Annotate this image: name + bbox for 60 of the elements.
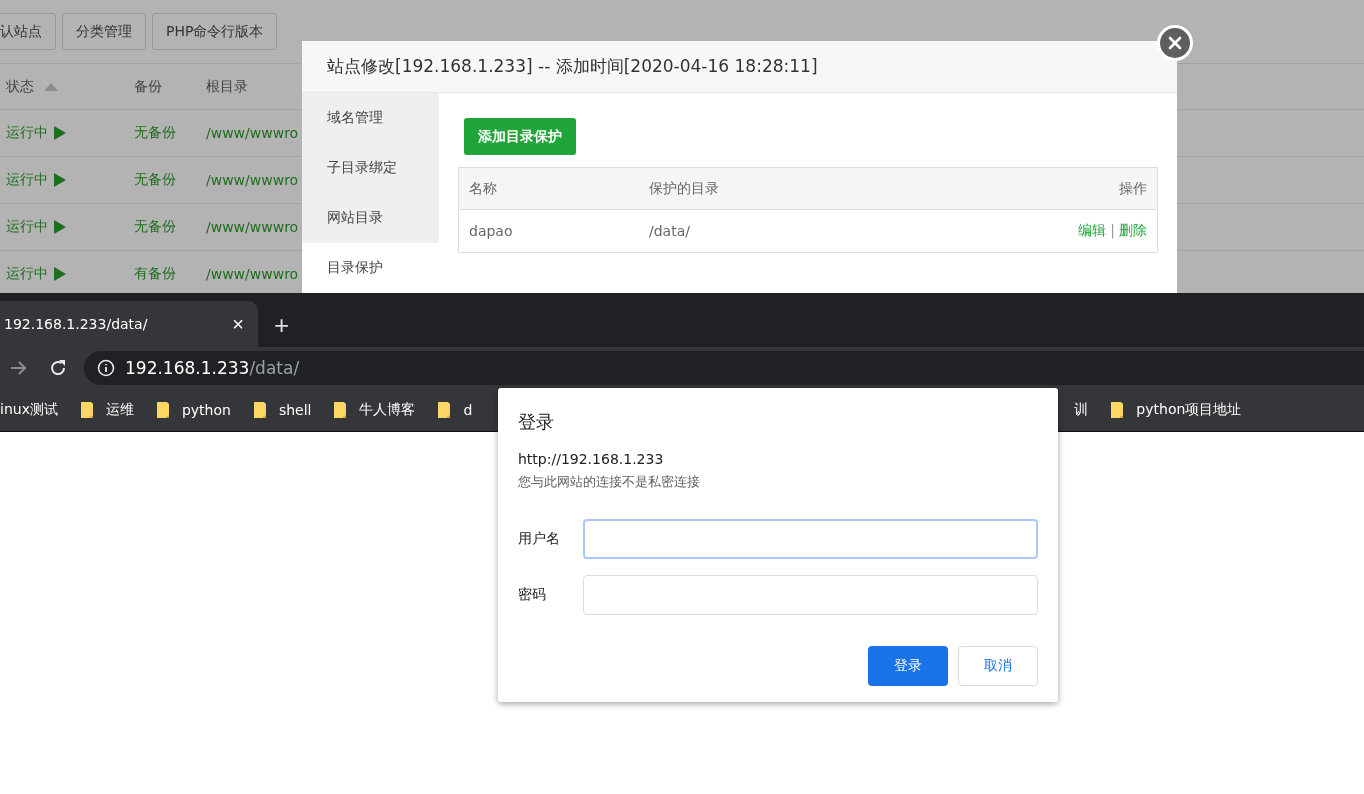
- cancel-button[interactable]: 取消: [958, 646, 1038, 686]
- close-icon: [1168, 36, 1182, 50]
- dialog-title: 登录: [518, 410, 555, 434]
- bookmark[interactable]: 运维: [105, 400, 134, 419]
- address-bar[interactable]: 192.168.1.233/data/: [84, 350, 1364, 385]
- url-text: 192.168.1.233/data/: [125, 357, 300, 378]
- bookmark[interactable]: 训: [1074, 400, 1089, 419]
- close-button[interactable]: [1157, 25, 1193, 61]
- status-text: 运行中: [6, 124, 48, 142]
- table-cell-text: dapao: [469, 223, 514, 239]
- column-header: 名称: [469, 179, 498, 198]
- folder-icon: [1110, 400, 1125, 419]
- bookmark[interactable]: python项目地址: [1136, 400, 1242, 419]
- add-protection-button[interactable]: 添加目录保护: [464, 118, 576, 155]
- toolbar-button[interactable]: PHP命令行版本: [152, 13, 278, 50]
- tab-close-button[interactable]: ×: [232, 312, 244, 336]
- input-field[interactable]: [583, 575, 1038, 615]
- bookmark[interactable]: d: [463, 401, 473, 418]
- separator: |: [1110, 222, 1115, 240]
- bookmark[interactable]: 牛人博客: [359, 400, 416, 419]
- column-header[interactable]: 状态: [6, 77, 34, 96]
- field-label: 密码: [518, 586, 547, 604]
- folder-icon: [333, 400, 348, 419]
- folder-icon: [79, 400, 94, 419]
- action-link[interactable]: 编辑: [1078, 222, 1107, 240]
- column-header[interactable]: 备份: [134, 77, 162, 96]
- site-url: http://192.168.1.233: [518, 451, 665, 467]
- play-icon[interactable]: [54, 267, 66, 281]
- play-icon[interactable]: [54, 220, 66, 234]
- field-label: 用户名: [518, 530, 561, 548]
- play-icon[interactable]: [54, 126, 66, 140]
- bookmark[interactable]: python: [181, 401, 231, 418]
- info-icon[interactable]: [97, 358, 115, 377]
- status-text: 运行中: [6, 218, 48, 236]
- login-button[interactable]: 登录: [868, 646, 948, 686]
- new-tab-button[interactable]: +: [274, 310, 290, 341]
- status-text: 运行中: [6, 265, 48, 283]
- column-header: 操作: [1118, 179, 1147, 198]
- toolbar-button[interactable]: 分类管理: [62, 13, 146, 50]
- folder-icon: [437, 400, 452, 419]
- column-header: 保护的目录: [649, 179, 720, 198]
- status-text: 运行中: [6, 171, 48, 189]
- action-link[interactable]: 删除: [1119, 222, 1147, 240]
- tab-title: 192.168.1.233/data/: [4, 316, 148, 332]
- privacy-note: 您与此网站的连接不是私密连接: [518, 473, 701, 491]
- toolbar-button[interactable]: 认站点: [0, 13, 56, 50]
- folder-icon: [252, 400, 267, 419]
- bookmark[interactable]: shell: [278, 401, 312, 418]
- play-icon[interactable]: [54, 173, 66, 187]
- browser-tab[interactable]: 192.168.1.233/data/ ×: [0, 301, 258, 347]
- sidebar-item[interactable]: 网站目录: [302, 193, 439, 243]
- input-field[interactable]: [583, 519, 1038, 559]
- reload-icon: [48, 357, 68, 378]
- sidebar-item[interactable]: 域名管理: [302, 93, 439, 143]
- table-cell-text: /data/: [649, 223, 691, 239]
- modal-title: 站点修改[192.168.1.233] -- 添加时间[2020-04-16 18:28:11]: [302, 41, 1177, 93]
- bookmark[interactable]: inux测试: [0, 400, 58, 419]
- folder-icon: [155, 400, 170, 419]
- column-header[interactable]: 根目录: [206, 77, 248, 96]
- sidebar-item[interactable]: 子目录绑定: [302, 143, 439, 193]
